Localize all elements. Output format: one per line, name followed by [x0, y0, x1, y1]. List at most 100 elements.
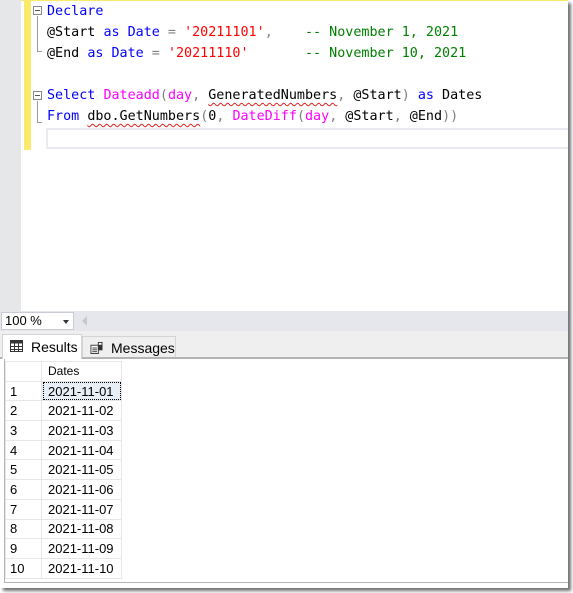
code-token: -- November 10, 2021 [248, 46, 467, 61]
code-token: ( [296, 109, 305, 124]
code-token: @End [47, 46, 88, 61]
row-number[interactable]: 3 [5, 420, 42, 441]
query-editor[interactable]: Declare @Start as Date = '20211101', -- N… [0, 0, 568, 311]
column-header-dates[interactable]: Dates [41, 361, 122, 382]
cell-date[interactable]: 2021-11-03 [41, 420, 122, 441]
results-grid[interactable]: Dates 1 2021-11-01 2 2021-11-02 3 2021-11-03 4… [5, 361, 122, 579]
table-row[interactable]: 4 2021-11-04 [5, 439, 122, 461]
code-token: Dateadd [103, 88, 160, 103]
code-line[interactable]: Select Dateadd(day, GeneratedNumbers, @S… [47, 85, 482, 106]
messages-icon [90, 342, 103, 354]
code-token: as [103, 25, 120, 40]
table-row[interactable]: 6 2021-11-06 [5, 479, 122, 500]
code-token: Dates [434, 88, 483, 103]
table-row[interactable]: 2 2021-11-02 [5, 400, 122, 422]
code-token: dbo.GetNumbers [87, 109, 201, 124]
cell-date[interactable]: 2021-11-07 [41, 498, 122, 520]
results-tab-strip: Results Messages [0, 331, 568, 359]
fold-end [37, 122, 42, 123]
row-number[interactable]: 1 [5, 380, 42, 402]
cell-date[interactable]: 2021-11-09 [41, 538, 122, 559]
zoom-value: 100 % [5, 313, 42, 328]
table-row[interactable]: 7 2021-11-07 [5, 498, 122, 520]
code-token: @Start [337, 109, 394, 124]
table-row[interactable]: 1 2021-11-01 [5, 380, 122, 402]
code-token: GeneratedNumbers [208, 88, 338, 103]
code-token: = [143, 46, 168, 61]
current-line-highlight [46, 128, 568, 149]
row-number[interactable]: 7 [5, 498, 42, 520]
cell-date[interactable]: 2021-11-04 [41, 439, 122, 461]
editor-gutter [0, 0, 21, 311]
code-token: as [417, 88, 434, 103]
code-token: , [264, 25, 273, 40]
editor-status-bar: 100 % [0, 311, 568, 331]
zoom-dropdown[interactable]: 100 % [1, 312, 74, 330]
row-number[interactable]: 10 [5, 557, 42, 579]
code-token: Date [127, 25, 160, 40]
code-token: , [192, 88, 201, 103]
table-row[interactable]: 8 2021-11-08 [5, 518, 122, 540]
code-token: = [159, 25, 185, 40]
row-number[interactable]: 6 [5, 479, 42, 500]
code-token: ( [159, 88, 168, 103]
row-number[interactable]: 9 [5, 538, 42, 559]
row-number[interactable]: 8 [5, 518, 42, 540]
table-row[interactable]: 10 2021-11-10 [5, 557, 122, 579]
tab-label: Messages [111, 340, 175, 356]
row-number[interactable]: 2 [5, 400, 42, 422]
table-row[interactable]: 9 2021-11-09 [5, 538, 122, 559]
cell-date[interactable]: 2021-11-05 [41, 459, 122, 481]
cell-date[interactable]: 2021-11-02 [41, 400, 122, 422]
code-token: DateDiff [232, 109, 297, 124]
code-token: , [393, 109, 402, 124]
ssms-query-window: Declare @Start as Date = '20211101', -- N… [0, 0, 568, 588]
code-token: Date [111, 46, 144, 61]
grid-icon [10, 340, 23, 352]
code-token: @Start [47, 25, 104, 40]
code-token: day [167, 88, 193, 103]
cell-date[interactable]: 2021-11-06 [41, 479, 122, 500]
cell-date[interactable]: 2021-11-10 [41, 557, 122, 579]
tab-label: Results [31, 339, 78, 355]
tab-results[interactable]: Results [2, 334, 82, 359]
code-token: @Start [345, 88, 402, 103]
row-number[interactable]: 4 [5, 439, 42, 461]
results-pane: Dates 1 2021-11-01 2 2021-11-02 3 2021-11-03 4… [0, 359, 568, 588]
outlining-margin [33, 0, 47, 150]
fold-line [37, 16, 38, 51]
code-line[interactable]: @Start as Date = '20211101', -- November… [47, 22, 458, 43]
code-token: Select [47, 88, 96, 103]
row-number[interactable]: 5 [5, 459, 42, 481]
code-token: -- November 1, 2021 [272, 25, 459, 40]
cell-date[interactable]: 2021-11-08 [41, 518, 122, 540]
code-token: )) [442, 109, 459, 124]
fold-line [37, 101, 38, 122]
code-token: ) [401, 88, 410, 103]
fold-end [37, 51, 42, 52]
row-number-header[interactable] [5, 361, 42, 382]
cell-date[interactable]: 2021-11-01 [41, 380, 122, 402]
tab-messages[interactable]: Messages [82, 336, 176, 359]
change-tracking-bar [24, 0, 31, 150]
code-token: '20211110' [167, 46, 249, 61]
code-line[interactable]: Declare [47, 1, 103, 22]
table-row[interactable]: 5 2021-11-05 [5, 459, 122, 481]
code-token: '20211101' [184, 25, 265, 40]
code-token: Declare [47, 4, 104, 19]
grid-header-row: Dates [5, 361, 122, 382]
code-token: From [47, 109, 80, 124]
code-line[interactable]: From dbo.GetNumbers(0, DateDiff(day, @St… [47, 106, 458, 127]
code-token: as [87, 46, 104, 61]
code-line[interactable]: @End as Date = '20211110' -- November 10… [47, 43, 466, 64]
scroll-left-icon[interactable] [82, 316, 87, 326]
collapse-select-icon[interactable] [33, 91, 42, 100]
code-token: day [305, 109, 330, 124]
dropdown-arrow-icon [63, 320, 69, 324]
collapse-declare-icon[interactable] [33, 6, 42, 15]
table-row[interactable]: 3 2021-11-03 [5, 420, 122, 441]
code-token: @End [401, 109, 443, 124]
